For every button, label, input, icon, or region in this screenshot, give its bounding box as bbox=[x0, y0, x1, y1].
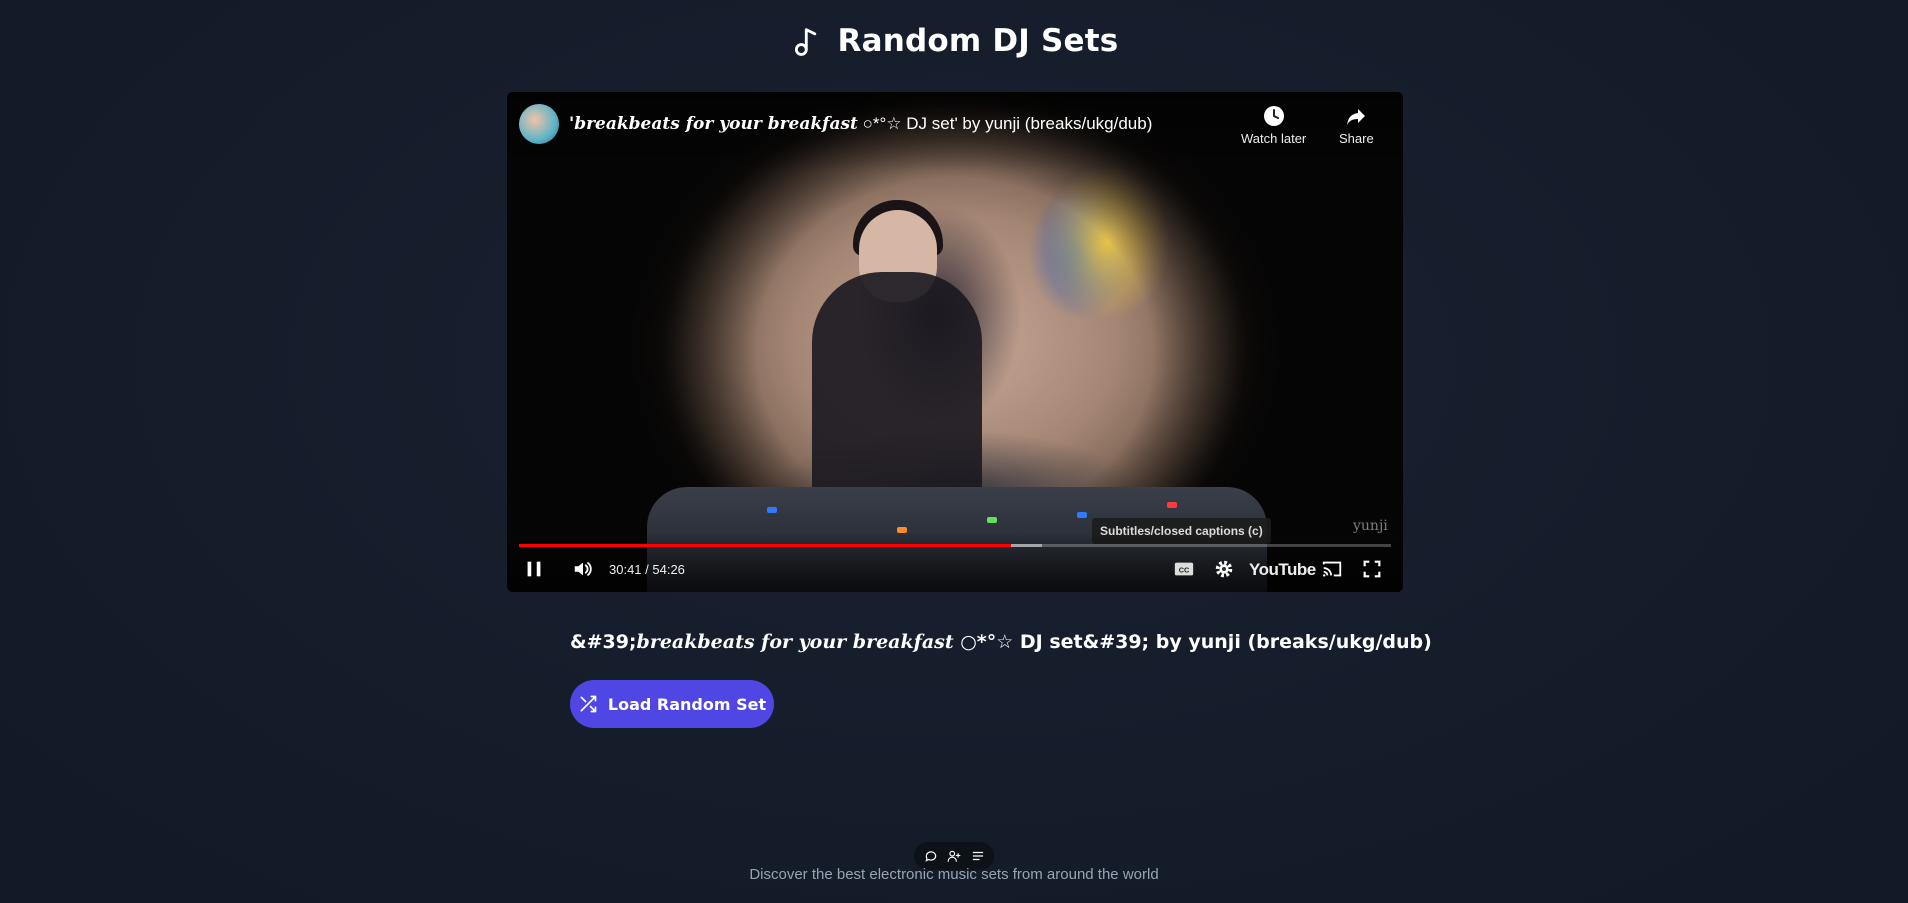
share-arrow-icon bbox=[1347, 109, 1366, 125]
load-random-set-label: Load Random Set bbox=[607, 694, 767, 714]
settings-button[interactable] bbox=[1211, 556, 1237, 582]
list-icon[interactable] bbox=[971, 849, 985, 863]
load-random-set-button[interactable]: Load Random Set bbox=[570, 680, 774, 728]
watch-later-button[interactable]: Watch later bbox=[1241, 104, 1306, 146]
video-content bbox=[1167, 502, 1177, 508]
volume-button[interactable] bbox=[570, 556, 596, 582]
video-title-bold[interactable]: 'breakbeats for your breakfast bbox=[569, 114, 858, 134]
player-controls: 30:41 / 54:26 CC YouTube bbox=[507, 532, 1403, 592]
volume-icon bbox=[574, 562, 592, 576]
share-button[interactable]: Share bbox=[1339, 104, 1374, 146]
video-content bbox=[767, 507, 777, 513]
pause-icon bbox=[527, 561, 541, 577]
cast-button[interactable] bbox=[1319, 556, 1345, 582]
cast-icon bbox=[1322, 561, 1342, 577]
fullscreen-button[interactable] bbox=[1359, 556, 1385, 582]
shuffle-icon bbox=[580, 695, 597, 713]
music-note-icon bbox=[794, 28, 816, 56]
page-title: Random DJ Sets bbox=[837, 23, 1119, 59]
set-title: &#39;breakbeats for your breakfast ○*°☆ … bbox=[570, 631, 1432, 653]
captions-button[interactable]: CC bbox=[1171, 556, 1197, 582]
progress-played bbox=[519, 544, 1011, 547]
video-title-rest[interactable]: ○*°☆ DJ set' by yunji (breaks/ukg/dub) bbox=[858, 114, 1153, 133]
video-content bbox=[1077, 512, 1087, 518]
clock-icon bbox=[1263, 106, 1284, 126]
page-header: Random DJ Sets bbox=[0, 22, 1908, 60]
set-title-bold: breakbeats for your breakfast bbox=[636, 631, 954, 653]
gear-icon bbox=[1215, 560, 1233, 578]
youtube-logo[interactable]: YouTube bbox=[1249, 560, 1316, 580]
footer-text: Discover the best electronic music sets … bbox=[749, 866, 1159, 883]
video-player[interactable]: 'breakbeats for your breakfast ○*°☆ DJ s… bbox=[507, 92, 1403, 592]
watch-later-label: Watch later bbox=[1241, 131, 1307, 146]
pause-button[interactable] bbox=[521, 556, 547, 582]
fullscreen-icon bbox=[1363, 560, 1381, 578]
channel-avatar[interactable] bbox=[519, 104, 559, 144]
comment-icon[interactable] bbox=[924, 849, 938, 863]
video-title[interactable]: 'breakbeats for your breakfast ○*°☆ DJ s… bbox=[569, 114, 1152, 134]
user-plus-icon[interactable] bbox=[947, 849, 961, 863]
svg-text:CC: CC bbox=[1179, 566, 1190, 575]
progress-bar[interactable] bbox=[519, 544, 1391, 547]
share-label: Share bbox=[1339, 131, 1374, 146]
captions-icon: CC bbox=[1174, 562, 1194, 576]
time-display: 30:41 / 54:26 bbox=[609, 562, 685, 577]
set-title-rest: ○*°☆ DJ set&#39; by yunji (breaks/ukg/du… bbox=[953, 631, 1432, 653]
set-title-prefix: &#39; bbox=[570, 631, 637, 653]
video-content bbox=[987, 517, 997, 523]
